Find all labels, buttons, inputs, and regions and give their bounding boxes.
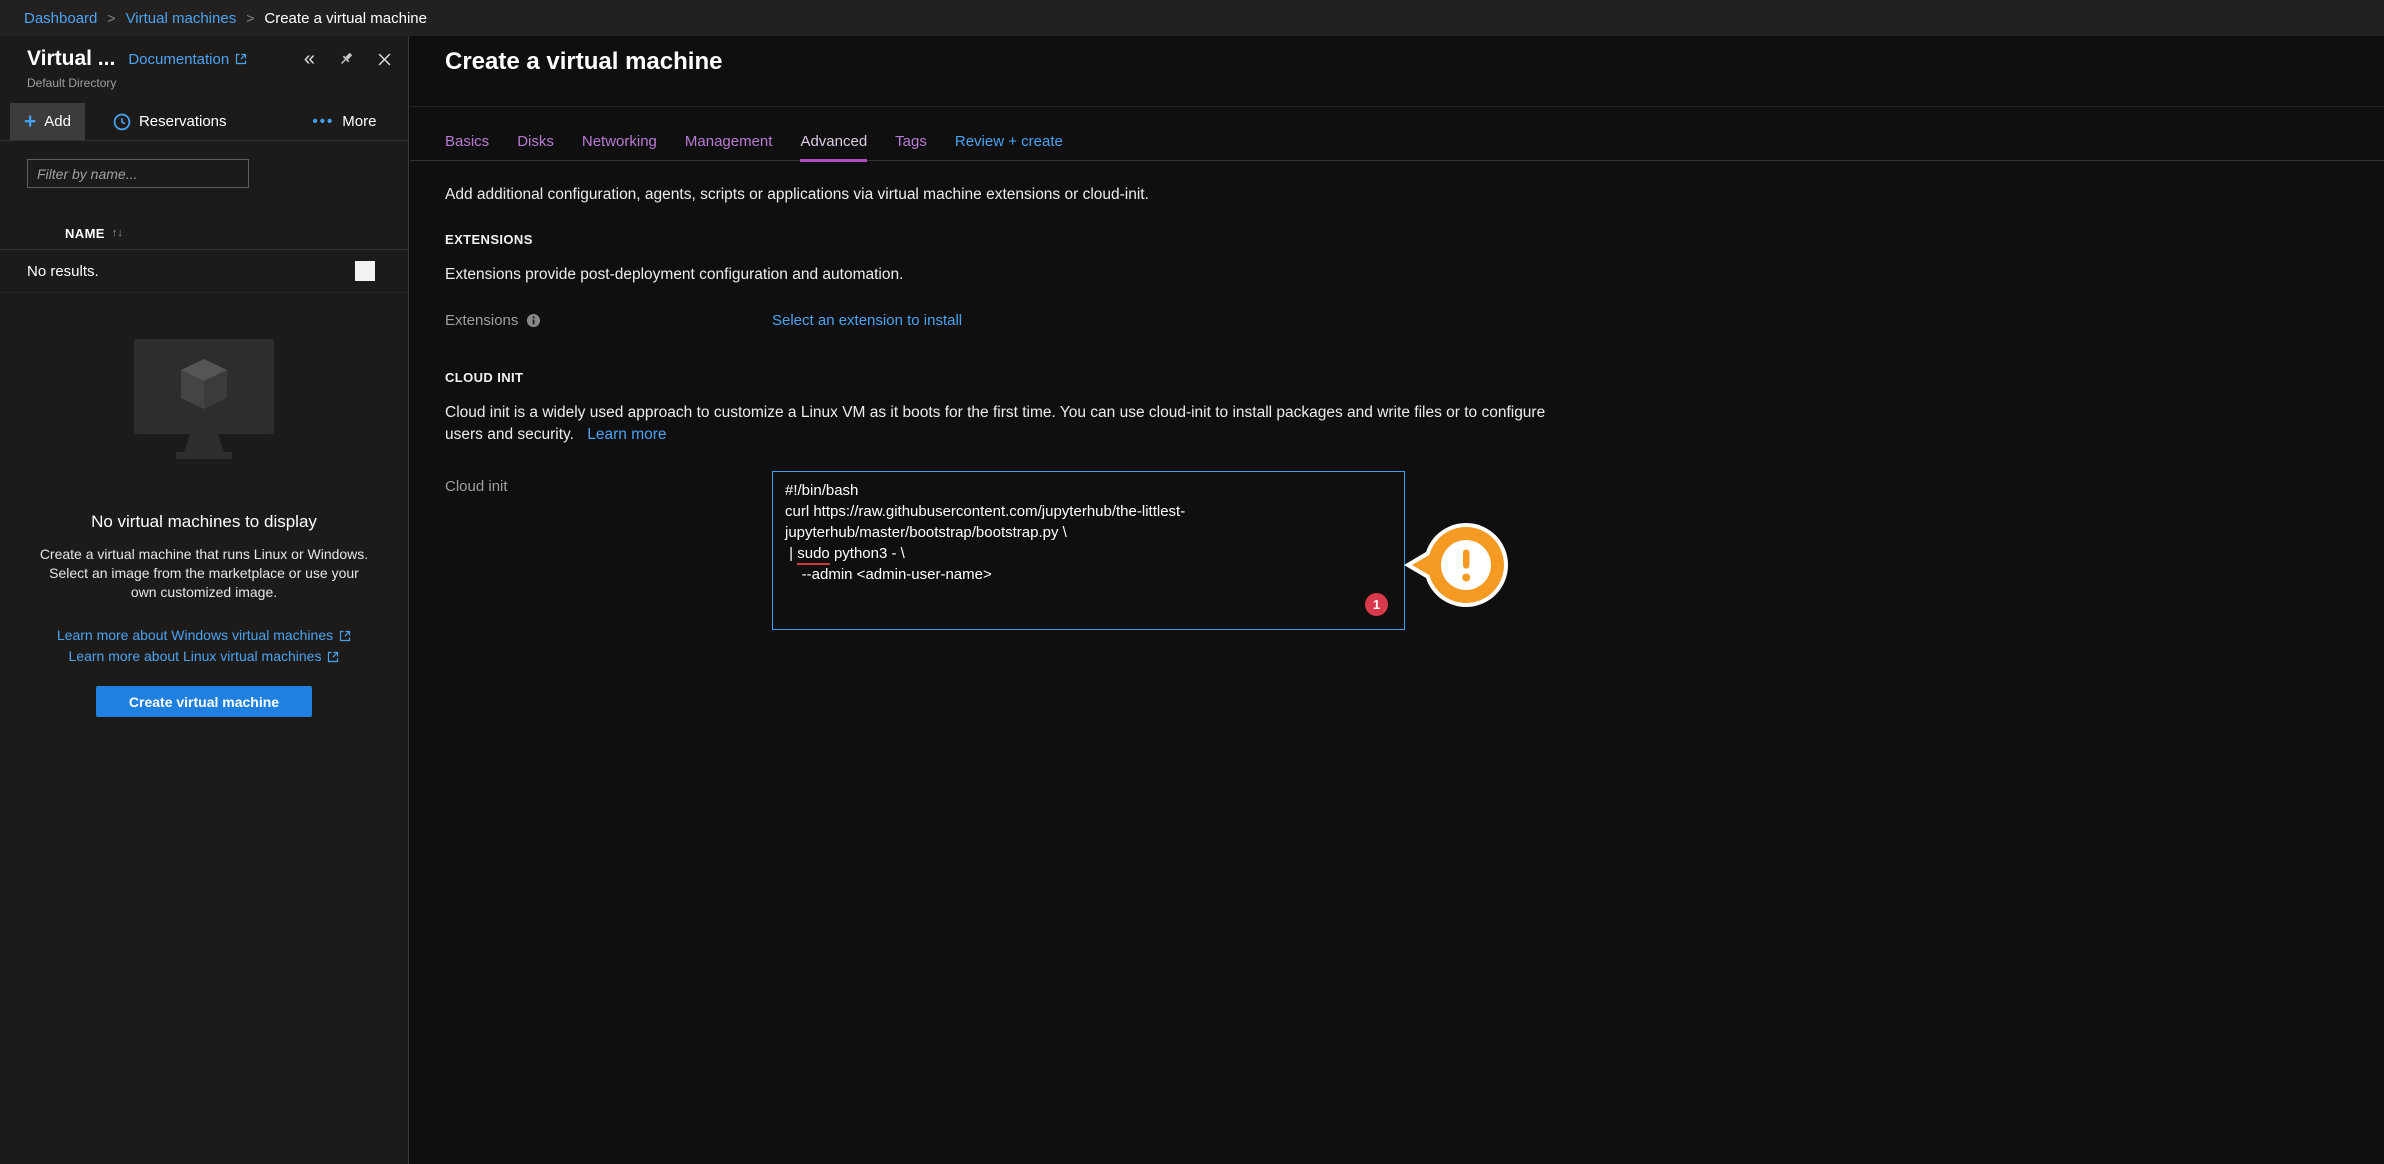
cloud-init-description: Cloud init is a widely used approach to …	[445, 402, 1575, 446]
select-extension-link[interactable]: Select an extension to install	[772, 312, 962, 329]
breadcrumb-current: Create a virtual machine	[264, 10, 427, 27]
plus-icon: +	[24, 113, 36, 131]
misspelled-word: sudo	[797, 545, 830, 565]
external-link-icon	[339, 630, 351, 642]
create-vm-blade: Create a virtual machine Basics Disks Ne…	[410, 36, 2384, 1164]
extensions-field-row: Extensions Select an extension to instal…	[445, 312, 2349, 329]
sidebar-header: Virtual ... Documentation « Default Dire…	[0, 36, 408, 90]
reservations-button[interactable]: Reservations	[99, 103, 241, 140]
sort-arrows-icon[interactable]: ↑↓	[112, 227, 123, 239]
code-line: #!/bin/bash	[785, 480, 1392, 501]
code-line: --admin <admin-user-name>	[785, 564, 1392, 585]
extensions-field-label: Extensions	[445, 312, 518, 329]
virtual-machines-blade: Virtual ... Documentation « Default Dire…	[0, 36, 409, 1164]
double-chevron-left-icon: «	[304, 52, 315, 66]
monitor-cube-icon	[129, 339, 279, 465]
annotation-pointer	[1404, 521, 1508, 609]
cloud-init-code: #!/bin/bashcurl https://raw.githubuserco…	[785, 480, 1392, 585]
close-blade-button[interactable]	[377, 52, 392, 67]
documentation-label: Documentation	[128, 51, 229, 68]
extensions-section-title: EXTENSIONS	[445, 232, 2349, 247]
add-button[interactable]: + Add	[10, 103, 85, 140]
tab-review-create[interactable]: Review + create	[955, 133, 1063, 162]
wizard-tabs: Basics Disks Networking Management Advan…	[410, 133, 2384, 161]
breadcrumb: Dashboard > Virtual machines > Create a …	[0, 0, 2384, 36]
no-results-row: No results.	[0, 250, 408, 293]
advanced-intro-text: Add additional configuration, agents, sc…	[445, 186, 2349, 204]
breadcrumb-separator: >	[107, 10, 115, 26]
learn-windows-vm-link[interactable]: Learn more about Windows virtual machine…	[57, 625, 351, 646]
cloud-init-section-title: CLOUD INIT	[445, 370, 2349, 385]
empty-state-body: Create a virtual machine that runs Linux…	[39, 545, 369, 602]
documentation-link[interactable]: Documentation	[128, 51, 247, 68]
learn-more-link[interactable]: Learn more	[587, 426, 666, 443]
main-header: Create a virtual machine	[410, 36, 2384, 107]
no-results-text: No results.	[27, 263, 99, 280]
page-title: Create a virtual machine	[445, 48, 2384, 76]
list-header: NAME ↑↓	[0, 217, 408, 250]
annotation-step-badge: 1	[1365, 593, 1388, 616]
collapse-blade-button[interactable]: «	[304, 52, 315, 66]
more-label: More	[342, 113, 376, 130]
code-line: curl https://raw.githubusercontent.com/j…	[785, 501, 1392, 522]
azure-portal-page: Dashboard > Virtual machines > Create a …	[0, 0, 2384, 1164]
advanced-tab-panel: Add additional configuration, agents, sc…	[410, 161, 2384, 630]
tab-disks[interactable]: Disks	[517, 133, 554, 162]
add-label: Add	[44, 113, 71, 130]
row-checkbox[interactable]	[355, 261, 375, 281]
code-line: jupyterhub/master/bootstrap/bootstrap.py…	[785, 522, 1392, 543]
more-button[interactable]: ••• More	[299, 103, 391, 140]
empty-state-illustration	[0, 339, 408, 465]
pin-icon	[338, 51, 354, 67]
breadcrumb-separator: >	[246, 10, 254, 26]
learn-windows-vm-label: Learn more about Windows virtual machine…	[57, 625, 333, 646]
name-column-header[interactable]: NAME	[65, 226, 105, 241]
cloud-init-textarea[interactable]: #!/bin/bashcurl https://raw.githubuserco…	[772, 471, 1405, 630]
empty-state-heading: No virtual machines to display	[0, 512, 408, 532]
tab-tags[interactable]: Tags	[895, 133, 927, 162]
close-icon	[377, 52, 392, 67]
breadcrumb-dashboard[interactable]: Dashboard	[24, 10, 97, 27]
learn-linux-vm-label: Learn more about Linux virtual machines	[69, 646, 322, 667]
reservations-label: Reservations	[139, 113, 227, 130]
create-virtual-machine-button[interactable]: Create virtual machine	[96, 686, 312, 717]
tab-networking[interactable]: Networking	[582, 133, 657, 162]
cloud-init-field-label: Cloud init	[445, 478, 508, 495]
blade-title: Virtual ...	[27, 47, 115, 71]
info-icon[interactable]	[526, 313, 541, 328]
cloud-init-field-row: Cloud init #!/bin/bashcurl https://raw.g…	[445, 471, 2349, 630]
filter-by-name-input[interactable]	[27, 159, 249, 188]
tab-advanced[interactable]: Advanced	[800, 133, 867, 162]
breadcrumb-virtual-machines[interactable]: Virtual machines	[126, 10, 237, 27]
tab-management[interactable]: Management	[685, 133, 773, 162]
tab-basics[interactable]: Basics	[445, 133, 489, 162]
pin-blade-button[interactable]	[338, 51, 354, 67]
external-link-icon	[327, 651, 339, 663]
warning-pointer-icon	[1404, 521, 1508, 609]
learn-linux-vm-link[interactable]: Learn more about Linux virtual machines	[69, 646, 340, 667]
clock-icon	[113, 113, 131, 131]
sidebar-toolbar: + Add Reservations ••• More	[0, 103, 408, 141]
extensions-description: Extensions provide post-deployment confi…	[445, 266, 2349, 284]
external-link-icon	[235, 53, 247, 65]
code-line: | sudo python3 - \	[785, 543, 1392, 564]
directory-name: Default Directory	[27, 76, 392, 90]
ellipsis-icon: •••	[313, 113, 335, 130]
